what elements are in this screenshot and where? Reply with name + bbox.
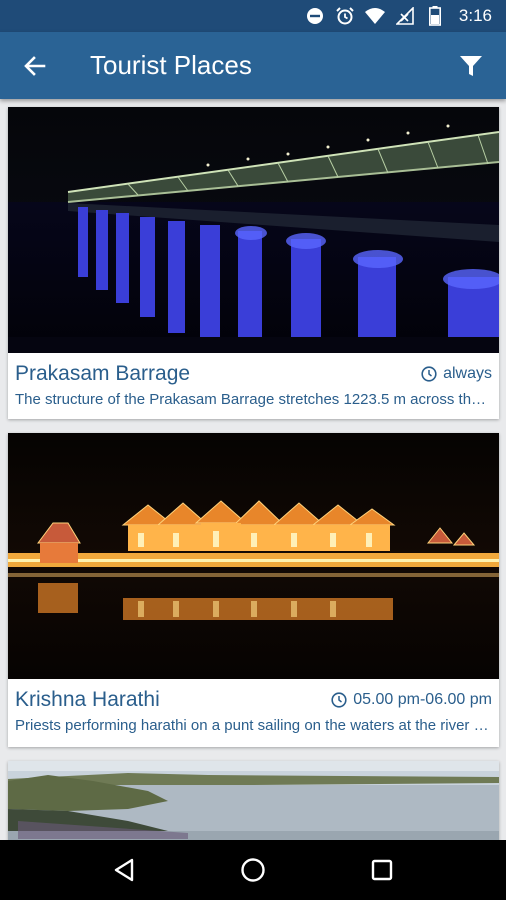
filter-button[interactable] <box>436 32 506 99</box>
place-name: Prakasam Barrage <box>15 362 191 385</box>
do-not-disturb-icon <box>305 6 325 26</box>
home-circle-icon <box>241 858 265 882</box>
wifi-icon <box>364 6 385 26</box>
places-list[interactable]: Prakasam Barrage always The structure of… <box>0 99 506 840</box>
back-triangle-icon <box>115 858 134 882</box>
clock-icon <box>331 692 347 708</box>
place-description: The structure of the Prakasam Barrage st… <box>15 391 492 408</box>
arrow-back-icon <box>24 55 46 76</box>
status-time: 3:16 <box>458 6 492 25</box>
place-time-label: always <box>443 365 492 382</box>
place-image-bridge <box>8 107 499 353</box>
filter-icon <box>460 55 482 76</box>
place-card-prakasam-barrage[interactable]: Prakasam Barrage always The structure of… <box>8 107 499 419</box>
place-image-river <box>8 761 499 840</box>
place-time: 05.00 pm-06.00 pm <box>331 691 492 709</box>
place-description: Priests performing harathi on a punt sai… <box>15 717 492 734</box>
alarm-icon <box>335 6 355 26</box>
battery-icon <box>425 6 445 26</box>
app-bar: Tourist Places <box>0 32 506 99</box>
page-title: Tourist Places <box>90 50 252 80</box>
nav-back-button[interactable] <box>99 845 149 895</box>
place-time: always <box>421 365 492 383</box>
place-image-harathi <box>8 433 499 679</box>
place-card-river[interactable] <box>8 761 499 840</box>
back-button[interactable] <box>0 32 70 99</box>
clock-icon <box>421 366 437 382</box>
place-name: Krishna Harathi <box>15 688 160 711</box>
status-bar: 3:16 <box>0 0 506 32</box>
nav-recents-button[interactable] <box>357 845 407 895</box>
recents-square-icon <box>371 859 392 881</box>
no-signal-icon <box>395 6 415 26</box>
system-nav-bar <box>0 840 506 900</box>
nav-home-button[interactable] <box>228 845 278 895</box>
place-time-label: 05.00 pm-06.00 pm <box>353 691 492 708</box>
place-card-krishna-harathi[interactable]: Krishna Harathi 05.00 pm-06.00 pm Priest… <box>8 433 499 747</box>
